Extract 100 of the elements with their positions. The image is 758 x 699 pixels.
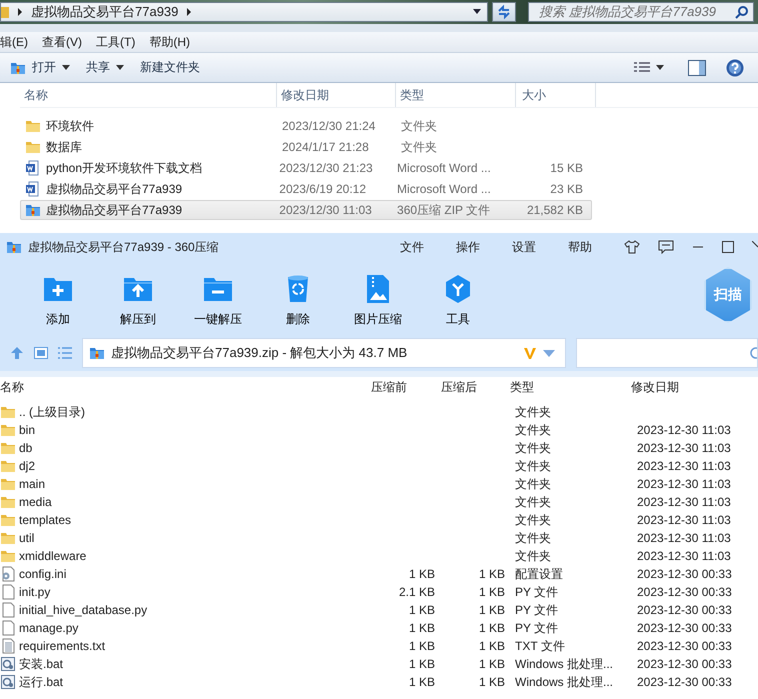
- file-row[interactable]: 虚拟物品交易平台77a939 2023/12/30 11:03 360压缩 ZIP 文件 21,582 KB: [20, 200, 592, 220]
- file-row[interactable]: 数据库 2024/1/17 21:28 文件夹: [20, 137, 592, 157]
- table-cell: PY 文件: [515, 602, 558, 618]
- menu-item[interactable]: 文件: [400, 238, 424, 256]
- word-document-icon: [25, 181, 41, 197]
- menu-item[interactable]: 查看(V): [42, 34, 82, 50]
- batch-file-icon: [0, 656, 16, 672]
- file-row[interactable]: 环境软件 2023/12/30 21:24 文件夹: [20, 116, 592, 136]
- file-name[interactable]: dj2: [19, 459, 36, 473]
- table-cell-text: 文件夹: [400, 118, 438, 134]
- table-cell: 2023-12-30 11:03: [637, 423, 731, 437]
- table-cell: 2023-12-30 00:33: [637, 657, 732, 671]
- toolbar-button[interactable]: 图片压缩: [338, 261, 418, 328]
- path-field[interactable]: 虚拟物品交易平台77a939.zip - 解包大小为 43.7 MB: [82, 338, 566, 368]
- table-cell: Windows 批处理...: [515, 674, 614, 690]
- dropdown-icon[interactable]: [473, 9, 481, 15]
- file-name[interactable]: db: [19, 441, 32, 455]
- toolbar-button[interactable]: 添加: [18, 261, 98, 328]
- file-name[interactable]: main: [19, 477, 46, 491]
- menu-item[interactable]: 帮助: [568, 238, 592, 256]
- search-field[interactable]: 搜索 虚拟物品交易平台77a939: [528, 2, 754, 22]
- thumbnail-view-icon[interactable]: [34, 347, 48, 359]
- menu-item[interactable]: 设置: [512, 238, 536, 256]
- preview-pane-icon[interactable]: [688, 60, 706, 76]
- column-header[interactable]: 修改日期: [277, 83, 396, 107]
- column-header[interactable]: 修改日期: [625, 378, 755, 396]
- table-cell: 文件夹: [515, 404, 551, 420]
- menu-item[interactable]: 操作: [456, 238, 480, 256]
- address-bar[interactable]: 虚拟物品交易平台77a939: [0, 2, 488, 22]
- table-cell: 文件夹: [515, 494, 551, 510]
- menu-item[interactable]: 工具(T): [96, 34, 136, 50]
- table-cell: 2023-12-30 00:33: [637, 675, 732, 689]
- folder-icon: [25, 118, 41, 134]
- menu-item[interactable]: 帮助(H): [149, 34, 190, 50]
- folder-icon: [0, 422, 16, 438]
- file-name[interactable]: initial_hive_database.py: [19, 603, 148, 617]
- table-cell: 文件夹: [515, 512, 551, 528]
- file-row[interactable]: 虚拟物品交易平台77a939 2023/6/19 20:12 Microsoft Word ... 23 KB: [20, 179, 592, 199]
- dropdown-icon: [116, 65, 124, 70]
- help-icon[interactable]: [726, 58, 744, 76]
- column-header[interactable]: 压缩前: [365, 378, 435, 396]
- batch-file-icon: [0, 674, 16, 690]
- dropdown-icon: [62, 65, 70, 70]
- shirt-icon[interactable]: [624, 240, 640, 254]
- file-name[interactable]: requirements.txt: [19, 639, 106, 653]
- maximize-icon[interactable]: [722, 241, 734, 253]
- feedback-icon[interactable]: [658, 240, 674, 254]
- view-options-icon[interactable]: [634, 62, 650, 74]
- column-header[interactable]: 名称: [0, 378, 365, 396]
- toolbar-button[interactable]: 新建文件夹: [140, 59, 210, 76]
- table-cell-text: 2023/12/30 21:24: [281, 119, 376, 133]
- file-name[interactable]: 安装.bat: [19, 656, 64, 672]
- column-header[interactable]: 大小: [516, 83, 596, 107]
- menu-item[interactable]: 辑(E): [0, 34, 28, 50]
- column-header[interactable]: 类型: [396, 83, 516, 107]
- table-cell: 2.1 KB: [398, 585, 435, 599]
- table-cell-text: Microsoft Word ...: [396, 182, 492, 196]
- file-name[interactable]: util: [19, 531, 34, 545]
- file-name[interactable]: media: [19, 495, 52, 509]
- toolbar-button[interactable]: 解压到: [98, 261, 178, 328]
- file-name[interactable]: config.ini: [19, 567, 66, 581]
- column-header[interactable]: 类型: [505, 378, 625, 396]
- table-cell: 2023-12-30 11:03: [637, 549, 731, 563]
- toolbar-button[interactable]: 工具: [418, 261, 498, 328]
- refresh-button[interactable]: [492, 2, 516, 22]
- table-cell: 配置设置: [515, 566, 563, 582]
- column-header[interactable]: 名称: [20, 83, 277, 107]
- toolbar-button[interactable]: 删除: [258, 261, 338, 328]
- breadcrumb-item[interactable]: 虚拟物品交易平台77a939: [31, 3, 178, 21]
- table-cell: 1 KB: [408, 675, 435, 689]
- v-logo-icon: [523, 346, 537, 360]
- table-cell: 2023-12-30 00:33: [637, 567, 732, 581]
- toolbar-button[interactable]: 打开: [10, 59, 80, 76]
- table-cell: Windows 批处理...: [515, 656, 614, 672]
- table-cell: 1 KB: [478, 675, 505, 689]
- file-name[interactable]: xmiddleware: [19, 549, 86, 563]
- table-cell: 文件夹: [515, 476, 551, 492]
- folder-icon: [0, 476, 16, 492]
- search-field[interactable]: [576, 338, 758, 368]
- table-cell-text: 2024/1/17 21:28: [281, 140, 370, 154]
- file-name[interactable]: templates: [19, 513, 72, 527]
- table-cell: 2023-12-30 00:33: [637, 621, 732, 635]
- file-name: 数据库: [46, 138, 82, 156]
- file-name[interactable]: bin: [19, 423, 36, 437]
- folder-icon: [0, 404, 16, 420]
- dropdown-icon[interactable]: [656, 65, 664, 70]
- table-cell: PY 文件: [515, 584, 558, 600]
- file-name[interactable]: manage.py: [19, 621, 78, 635]
- table-cell: 1 KB: [478, 603, 505, 617]
- window-title: 虚拟物品交易平台77a939 - 360压缩: [28, 238, 219, 256]
- column-header[interactable]: 压缩后: [435, 378, 505, 396]
- toolbar-button[interactable]: 共享: [86, 59, 134, 76]
- table-cell: 2023-12-30 11:03: [637, 459, 731, 473]
- table-cell: 2023-12-30 00:33: [637, 603, 732, 617]
- file-name[interactable]: .. (上级目录): [19, 404, 85, 420]
- file-name[interactable]: 运行.bat: [19, 674, 64, 690]
- file-row[interactable]: python开发环境软件下载文档 2023/12/30 21:23 Microsoft Word ... 15 KB: [20, 158, 592, 178]
- table-cell: 1 KB: [478, 567, 505, 581]
- toolbar-button[interactable]: 一键解压: [178, 261, 258, 328]
- file-name[interactable]: init.py: [19, 585, 50, 599]
